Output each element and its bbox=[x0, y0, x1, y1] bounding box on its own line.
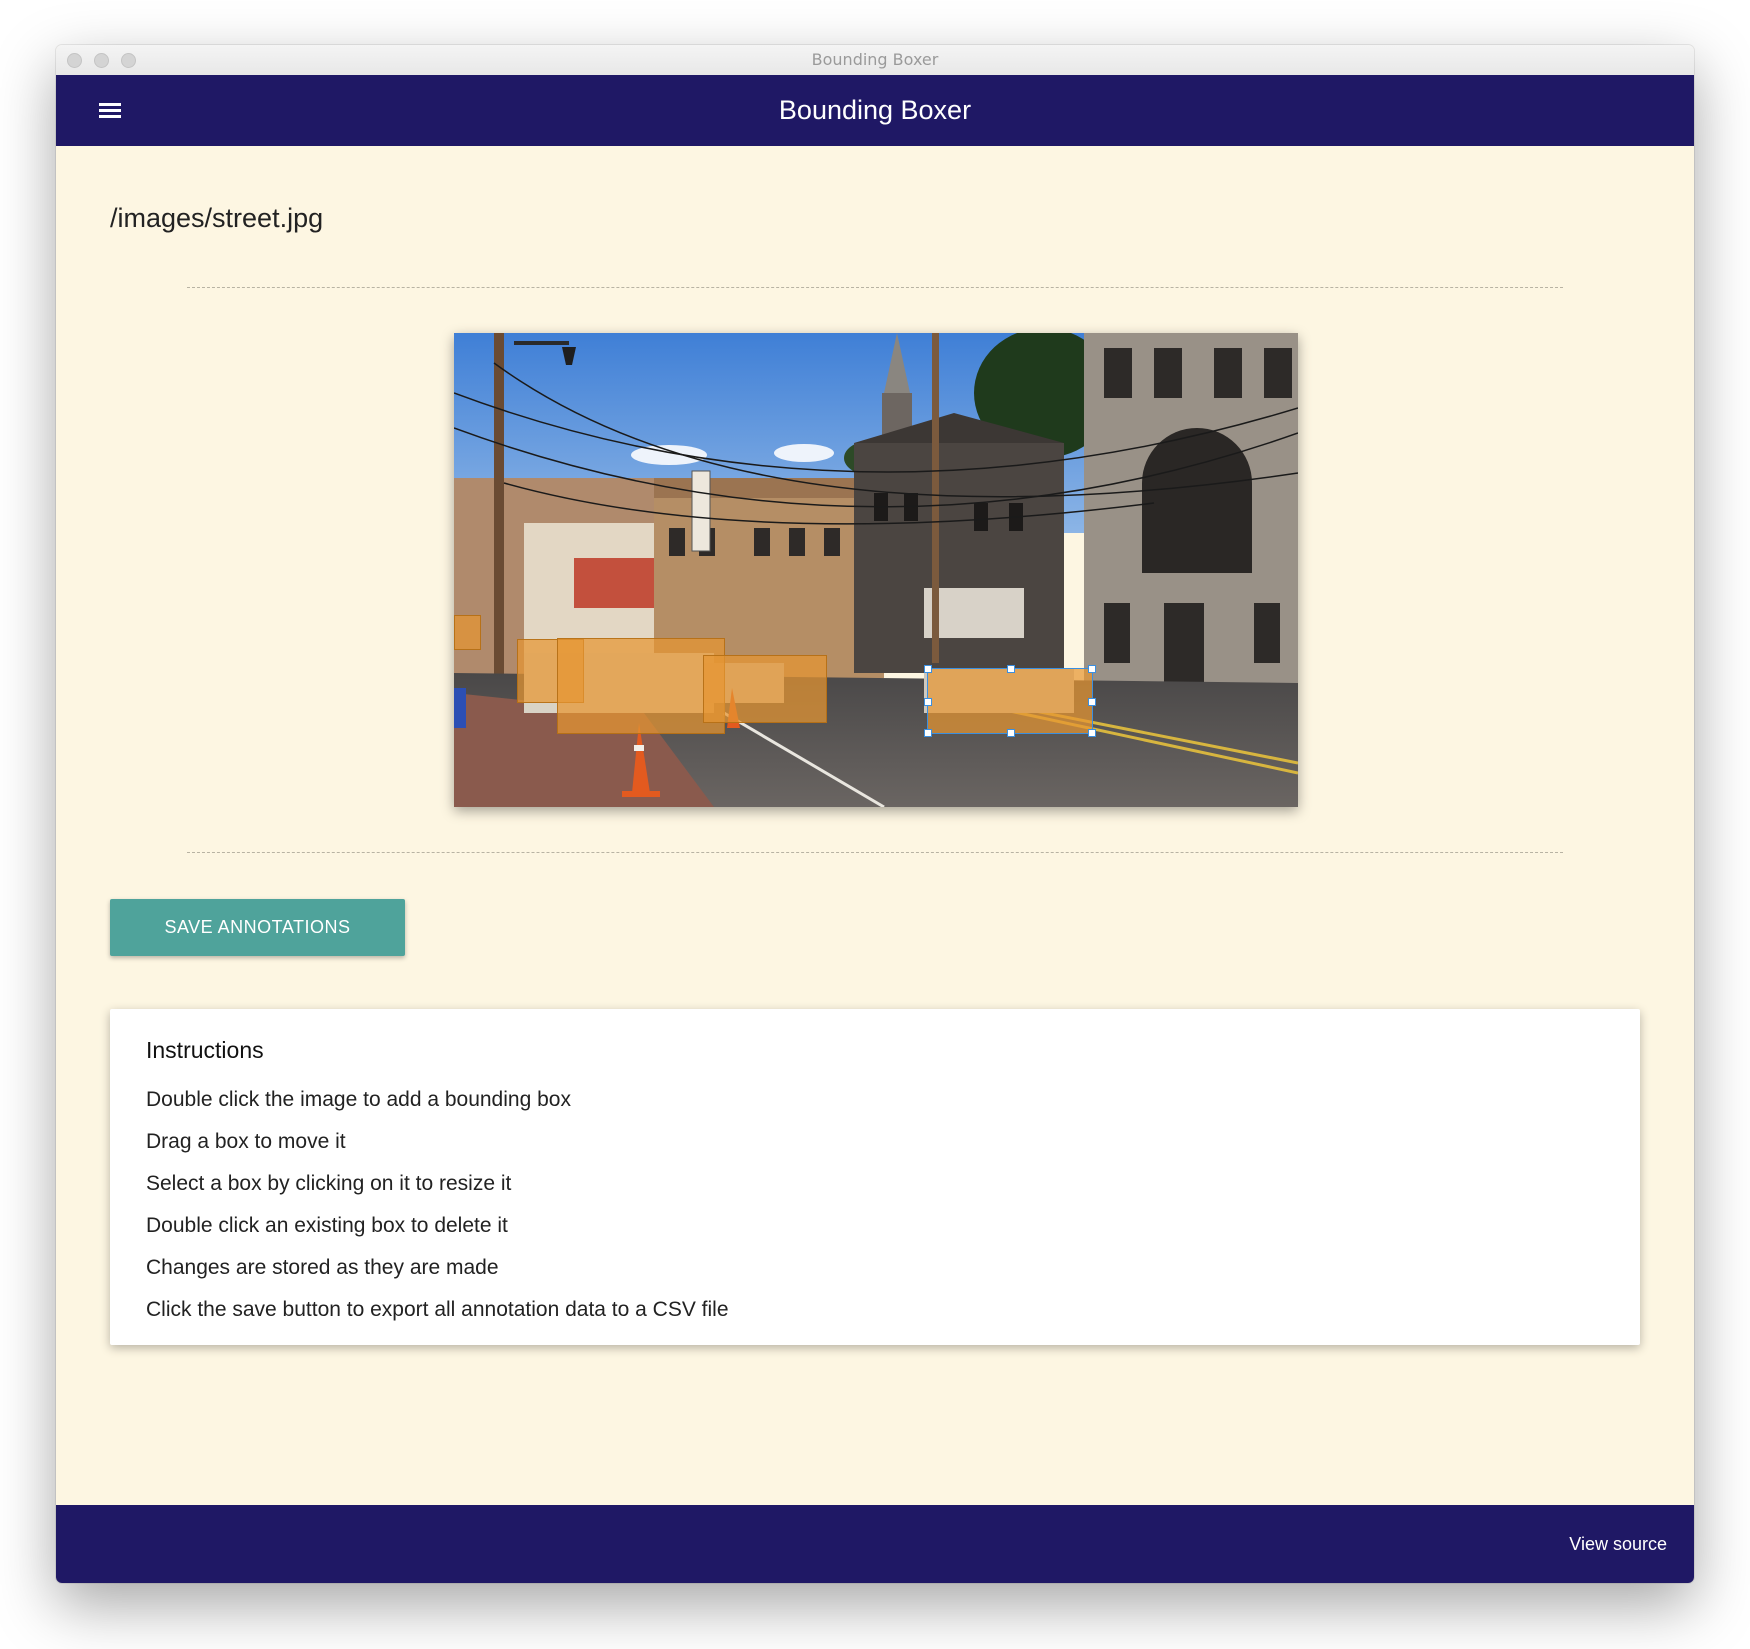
bounding-box-selected[interactable] bbox=[924, 665, 1096, 737]
resize-handle-s[interactable] bbox=[1007, 729, 1015, 737]
file-path-heading: /images/street.jpg bbox=[110, 203, 324, 233]
instructions-list: Double click the image to add a bounding… bbox=[146, 1079, 729, 1331]
save-annotations-button[interactable]: SAVE ANNOTATIONS bbox=[110, 899, 405, 956]
annotation-canvas[interactable] bbox=[454, 333, 1298, 807]
instruction-item: Changes are stored as they are made bbox=[146, 1256, 499, 1279]
instruction-item: Drag a box to move it bbox=[146, 1130, 346, 1153]
instruction-item: Double click the image to add a bounding… bbox=[146, 1088, 571, 1111]
bottom-divider bbox=[187, 852, 1563, 853]
instruction-item: Click the save button to export all anno… bbox=[146, 1298, 729, 1321]
window-titlebar: Bounding Boxer bbox=[56, 45, 1694, 76]
bounding-box[interactable] bbox=[557, 638, 725, 734]
footer: View source bbox=[56, 1505, 1694, 1583]
instruction-item: Double click an existing box to delete i… bbox=[146, 1214, 508, 1237]
app-bar: Bounding Boxer bbox=[56, 75, 1694, 146]
resize-handle-se[interactable] bbox=[1088, 729, 1096, 737]
instruction-item: Select a box by clicking on it to resize… bbox=[146, 1172, 512, 1195]
resize-handle-e[interactable] bbox=[1088, 698, 1096, 706]
bounding-box[interactable] bbox=[454, 615, 481, 650]
top-divider bbox=[187, 287, 1563, 288]
instructions-card: Instructions Double click the image to a… bbox=[110, 1009, 1640, 1345]
resize-handle-w[interactable] bbox=[924, 698, 932, 706]
instructions-title: Instructions bbox=[146, 1037, 264, 1063]
resize-handle-n[interactable] bbox=[1007, 665, 1015, 673]
window-title: Bounding Boxer bbox=[811, 50, 939, 69]
view-source-link[interactable]: View source bbox=[1569, 1505, 1667, 1583]
app-window: Bounding Boxer Bounding Boxer /images/st… bbox=[56, 45, 1694, 1583]
street-photo bbox=[454, 333, 1298, 807]
app-title: Bounding Boxer bbox=[778, 95, 972, 125]
resize-handle-sw[interactable] bbox=[924, 729, 932, 737]
resize-handle-ne[interactable] bbox=[1088, 665, 1096, 673]
resize-handle-nw[interactable] bbox=[924, 665, 932, 673]
bounding-box[interactable] bbox=[703, 655, 827, 723]
